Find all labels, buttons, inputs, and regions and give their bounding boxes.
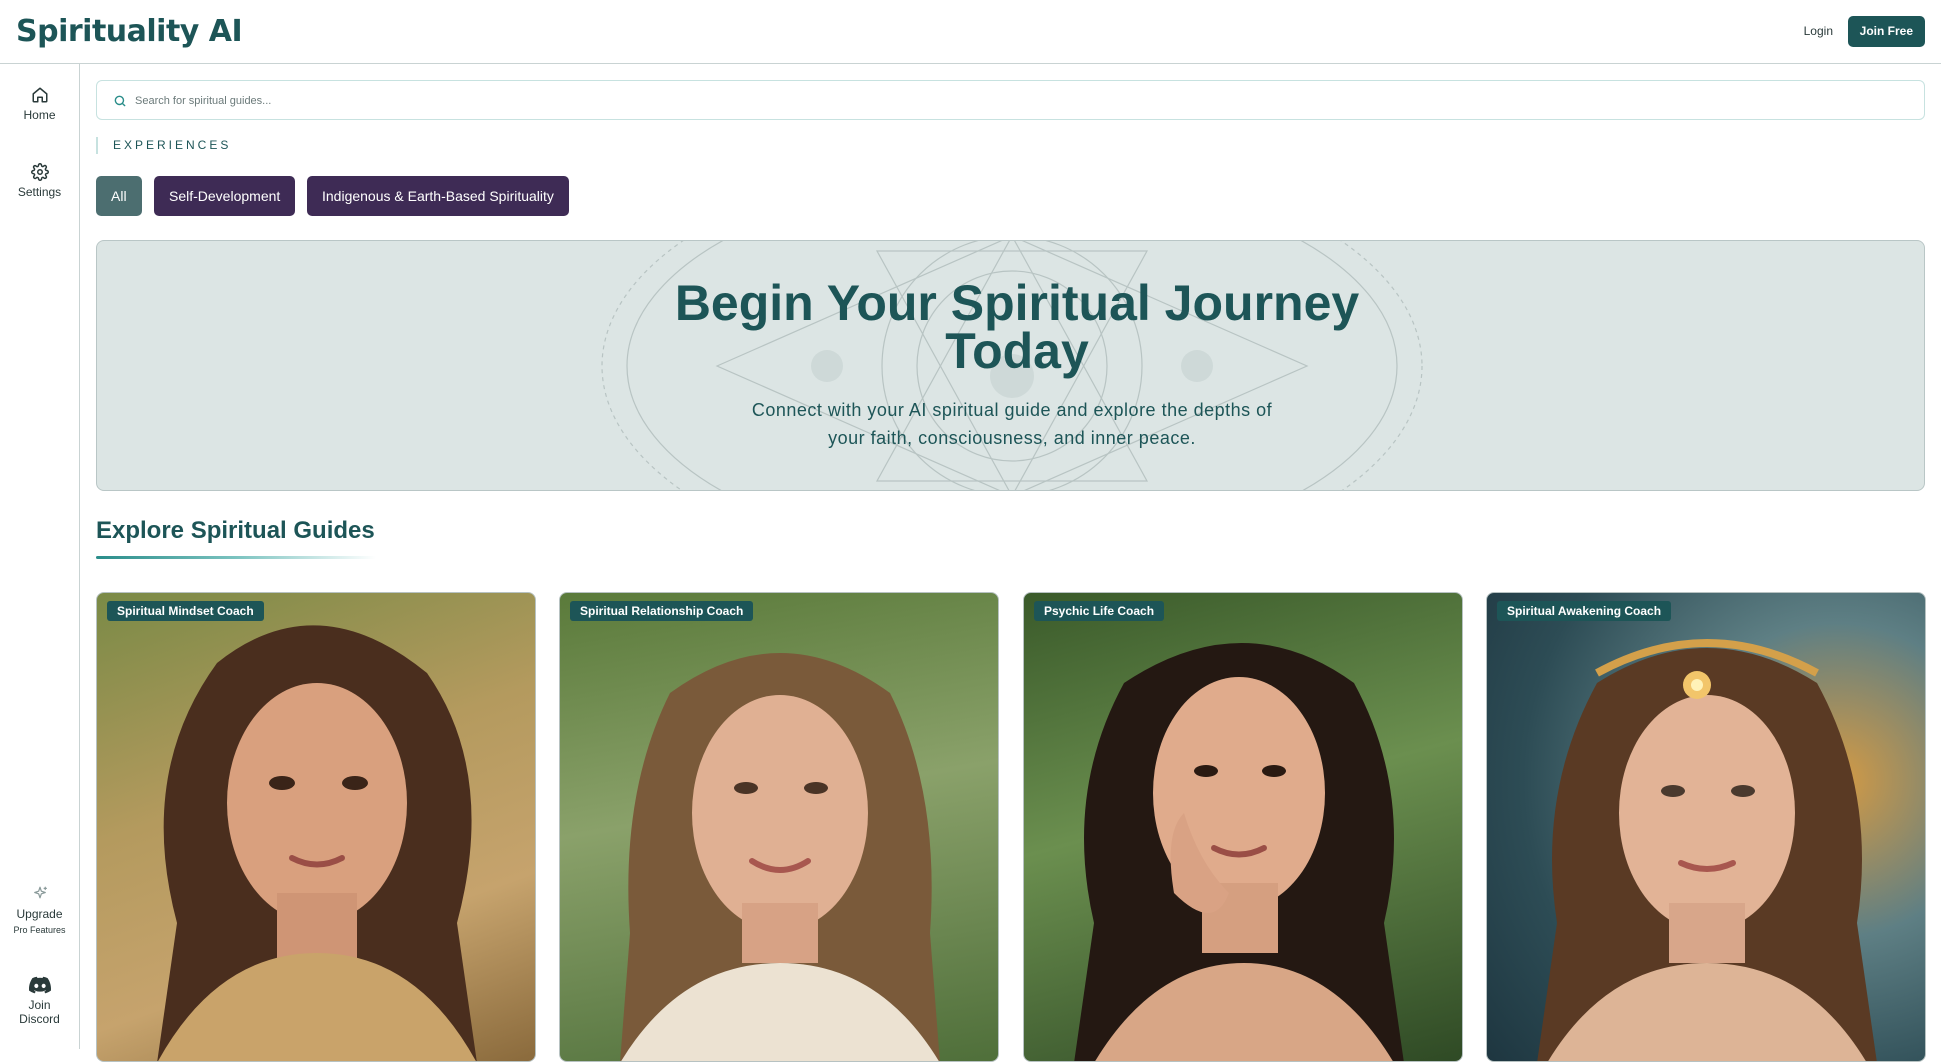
filter-chip-self-development[interactable]: Self-Development <box>154 176 296 216</box>
filter-chip-indigenous-earth-based[interactable]: Indigenous & Earth-Based Spirituality <box>307 176 569 216</box>
sidebar-item-home[interactable]: Home <box>0 86 79 122</box>
guide-portrait <box>620 653 940 1061</box>
upgrade-button[interactable]: Upgrade Pro Features <box>0 885 79 935</box>
guide-card[interactable]: Spiritual Relationship Coach <box>559 592 999 1062</box>
join-discord-button[interactable]: Join Discord <box>0 976 79 1026</box>
brand-logo[interactable]: Spirituality AI <box>16 14 243 49</box>
top-header: Spirituality AI Login Join Free <box>0 0 1941 64</box>
hero-title: Begin Your Spiritual Journey Today <box>674 275 1360 379</box>
login-link[interactable]: Login <box>1804 24 1833 38</box>
guide-tag: Spiritual Mindset Coach <box>107 601 264 621</box>
guide-tag: Psychic Life Coach <box>1034 601 1165 621</box>
filter-chip-all[interactable]: All <box>96 176 142 216</box>
gear-icon <box>30 163 49 181</box>
search-icon <box>114 95 126 107</box>
guide-card[interactable]: Spiritual Awakening Coach <box>1486 592 1926 1062</box>
hero-subtitle: Connect with your AI spiritual guide and… <box>751 400 1273 448</box>
sidebar-item-settings[interactable]: Settings <box>0 163 79 199</box>
join-free-button[interactable]: Join Free <box>1847 16 1925 47</box>
guide-tag: Spiritual Relationship Coach <box>570 601 754 621</box>
search-bar <box>96 80 1925 120</box>
section-title: Explore Spiritual Guides <box>96 517 375 544</box>
discord-icon <box>28 976 51 994</box>
guide-card[interactable]: Spiritual Mindset Coach <box>96 592 536 1062</box>
search-input[interactable] <box>135 90 1835 112</box>
discord-label-line1: Join <box>28 998 51 1012</box>
guide-tag: Spiritual Awakening Coach <box>1497 601 1672 621</box>
sidebar-item-label: Home <box>23 108 56 122</box>
discord-label-line2: Discord <box>19 1012 60 1026</box>
section-underline <box>96 556 376 559</box>
guide-portrait <box>157 625 477 1061</box>
hero-banner: Begin Your Spiritual Journey Today Conne… <box>96 240 1925 491</box>
sparkle-icon <box>33 886 47 899</box>
sidebar: Home Settings Upgrade Pro Features Join … <box>0 64 80 1049</box>
home-icon <box>32 87 47 103</box>
guide-card[interactable]: Psychic Life Coach <box>1023 592 1463 1062</box>
upgrade-label: Upgrade <box>16 907 63 921</box>
guide-portrait <box>1074 643 1404 1061</box>
sidebar-item-label: Settings <box>17 185 62 199</box>
upgrade-sub-label: Pro Features <box>13 925 66 935</box>
experiences-label: EXPERIENCES <box>96 137 231 154</box>
guide-portrait <box>1537 639 1877 1061</box>
